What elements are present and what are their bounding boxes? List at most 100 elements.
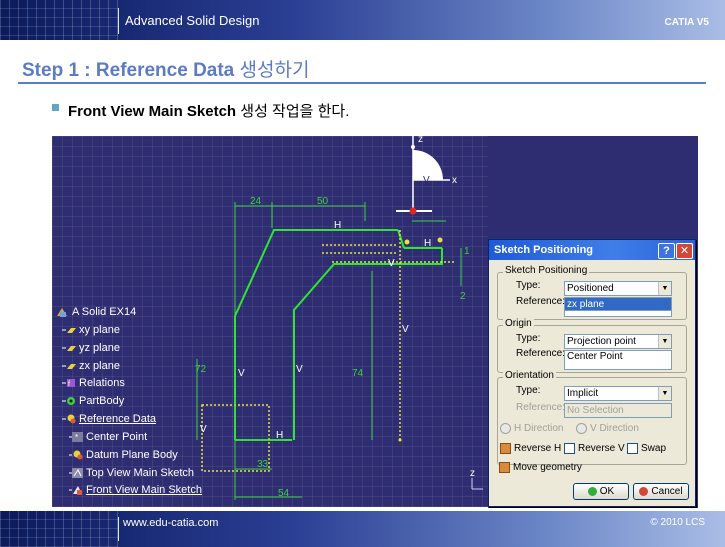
svg-text:*: *: [75, 433, 78, 442]
tree-item-part[interactable]: A Solid EX14: [55, 306, 136, 322]
cancel-button[interactable]: Cancel: [633, 483, 689, 500]
axis-triad-icon: [471, 478, 483, 490]
reference-label: Reference:: [516, 348, 565, 359]
constraint-point: [404, 239, 410, 245]
reverse-v-checkbox[interactable]: Reverse V: [564, 443, 625, 454]
plane-icon: [62, 360, 76, 372]
positioning-reference-field[interactable]: zx plane: [564, 297, 672, 311]
group-sketch-positioning: Sketch Positioning Type: Positioned ▼ Re…: [497, 265, 687, 320]
positioning-type-select[interactable]: Positioned ▼: [564, 281, 672, 296]
checkbox-icon: [627, 443, 638, 454]
geoset-icon: [62, 413, 76, 425]
sketch-icon: [69, 467, 83, 479]
dialog-title: Sketch Positioning: [494, 244, 594, 256]
sketch-icon: [69, 484, 83, 496]
v-constraint-label: V: [296, 364, 303, 375]
type-label: Type:: [516, 385, 541, 396]
group-orientation: Orientation Type: Implicit ▼ Reference: …: [497, 370, 687, 465]
tree-item-yz-plane[interactable]: yz plane: [62, 342, 120, 358]
svg-text:f: f: [68, 381, 70, 388]
reference-label: Reference:: [516, 296, 565, 307]
slide-footer: www.edu-catia.com © 2010 LCS: [0, 511, 725, 547]
tree-item-zx-plane[interactable]: zx plane: [62, 360, 120, 376]
tree-item-top-view-main-sketch[interactable]: Top View Main Sketch: [69, 467, 194, 483]
compass-x-label: x: [452, 175, 457, 186]
checkbox-icon: [564, 443, 575, 454]
close-button[interactable]: ✕: [676, 243, 693, 259]
chevron-down-icon: ▼: [658, 387, 671, 400]
positioning-reference-field-extra[interactable]: [564, 310, 672, 317]
dim-50: 50: [317, 196, 329, 207]
group-label: Orientation: [503, 370, 556, 381]
ok-button[interactable]: OK: [573, 483, 629, 500]
footer-separator: [118, 517, 119, 541]
step-heading: Step 1 : Reference Data 생성하기: [22, 55, 309, 82]
swap-checkbox[interactable]: Swap: [627, 443, 666, 454]
header-separator: [118, 8, 119, 34]
constraint-point: [398, 438, 402, 442]
origin-reference-field[interactable]: Center Point: [564, 350, 672, 370]
dim-33: 33: [257, 459, 269, 470]
footer-url: www.edu-catia.com: [123, 517, 219, 529]
h-direction-radio: H Direction: [500, 423, 563, 434]
catia-viewport[interactable]: 24 50 72 74 33 54 2 1 H V V V V V H H z …: [52, 136, 488, 507]
subtitle-rest: 생성 작업을 한다.: [240, 103, 350, 120]
radio-icon: [576, 423, 587, 434]
help-button[interactable]: ?: [658, 243, 675, 259]
tree-item-relations[interactable]: f Relations: [62, 377, 125, 393]
h-constraint-label: H: [424, 238, 431, 249]
profile-line: [397, 229, 405, 249]
tree-item-center-point[interactable]: * Center Point: [69, 431, 147, 447]
checkbox-checked-icon: [499, 462, 510, 473]
radio-icon: [500, 423, 511, 434]
cancel-icon: [639, 486, 649, 496]
profile-line: [293, 248, 443, 440]
dim-54: 54: [278, 488, 290, 499]
step-heading-prefix: Step 1 : Reference Data: [22, 60, 235, 81]
relations-icon: f: [62, 377, 76, 389]
part-icon: [55, 306, 69, 318]
origin-type-select[interactable]: Projection point ▼: [564, 334, 672, 349]
subtitle-bold: Front View Main Sketch: [68, 103, 237, 120]
sketch-positioning-dialog[interactable]: Sketch Positioning ? ✕ Sketch Positionin…: [488, 239, 696, 507]
dialog-titlebar[interactable]: Sketch Positioning ? ✕: [489, 240, 695, 260]
group-label: Origin: [503, 318, 534, 329]
footer-copyright: © 2010 LCS: [650, 517, 705, 528]
reference-label: Reference:: [516, 402, 565, 413]
ok-icon: [587, 486, 597, 496]
plane-icon: [62, 324, 76, 336]
h-label: H: [276, 430, 283, 441]
compass-v-label: V: [423, 175, 430, 186]
v-constraint-label: V: [388, 258, 395, 269]
tree-item-xy-plane[interactable]: xy plane: [62, 324, 120, 340]
tree-item-front-view-main-sketch[interactable]: Front View Main Sketch: [69, 484, 202, 500]
reverse-h-checkbox[interactable]: Reverse H: [500, 443, 561, 454]
triad-z-label: z: [470, 468, 475, 479]
group-origin: Origin Type: Projection point ▼ Referenc…: [497, 318, 687, 373]
slide-header: Advanced Solid Design CATIA V5: [0, 0, 725, 40]
subtitle: Front View Main Sketch 생성 작업을 한다.: [68, 100, 349, 121]
footer-grid-pattern: [0, 511, 118, 547]
orientation-type-select[interactable]: Implicit ▼: [564, 386, 672, 401]
group-label: Sketch Positioning: [503, 265, 590, 276]
tree-item-reference-data[interactable]: Reference Data: [62, 413, 156, 429]
chevron-down-icon: ▼: [658, 335, 671, 348]
dim-72: 72: [195, 364, 207, 375]
v-label: V: [200, 424, 207, 435]
move-geometry-checkbox[interactable]: Move geometry: [499, 462, 582, 473]
geoset-icon: [69, 449, 83, 461]
tree-item-datum-plane-body[interactable]: Datum Plane Body: [69, 449, 178, 465]
h-constraint-label: H: [334, 220, 341, 231]
type-label: Type:: [516, 333, 541, 344]
checkbox-checked-icon: [500, 443, 511, 454]
dim-74: 74: [352, 368, 364, 379]
dim-24: 24: [250, 196, 262, 207]
plane-icon: [62, 342, 76, 354]
tree-item-partbody[interactable]: PartBody: [62, 395, 124, 411]
header-title: Advanced Solid Design: [125, 13, 260, 28]
orientation-reference-field: No Selection: [564, 403, 672, 418]
bullet-icon: [52, 104, 59, 111]
type-label: Type:: [516, 280, 541, 291]
v-constraint-label: V: [402, 324, 409, 335]
v-direction-radio: V Direction: [576, 423, 639, 434]
